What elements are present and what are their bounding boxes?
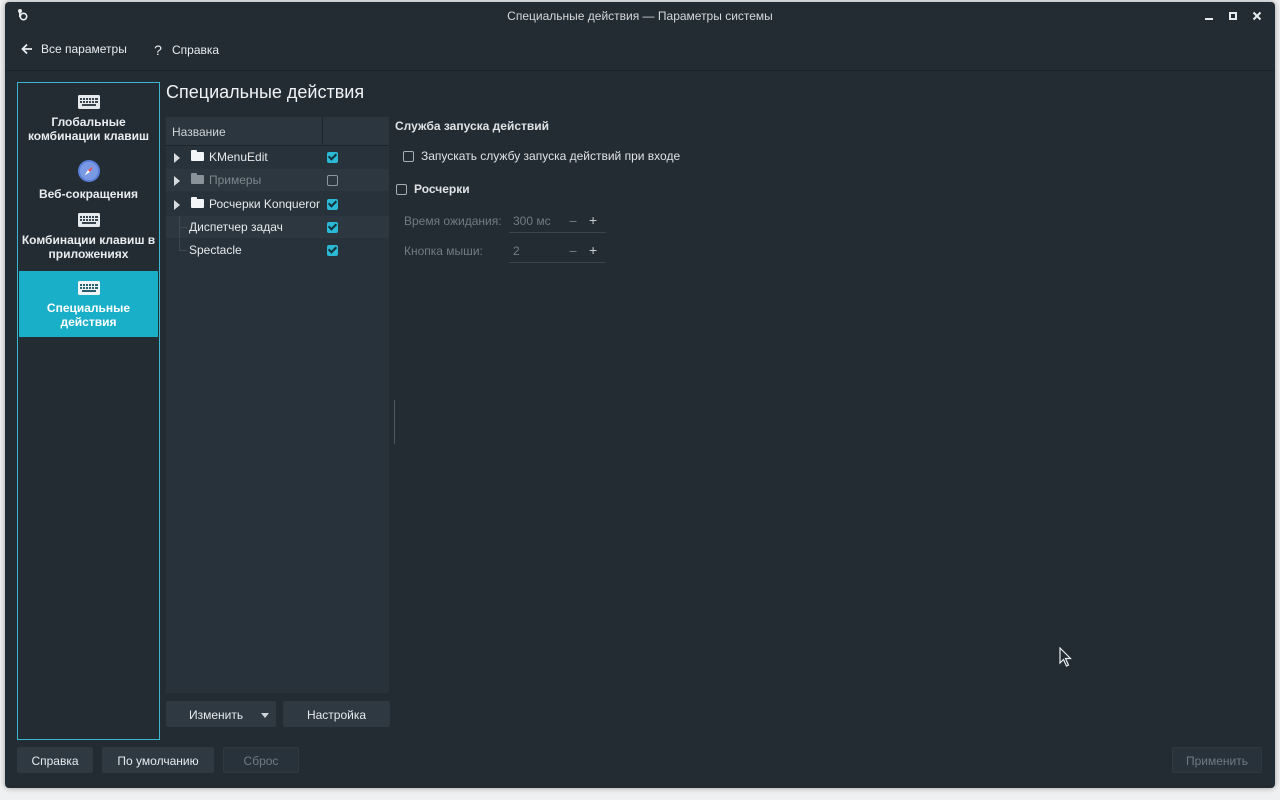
sidebar-item-label: Глобальные комбинации клавиш	[27, 115, 150, 143]
defaults-label: По умолчанию	[117, 754, 199, 768]
sidebar-item-label: Комбинации клавиш в приложениях	[21, 233, 156, 261]
edit-menu-button[interactable]: Изменить	[166, 701, 276, 727]
folder-icon	[191, 173, 204, 184]
configure-button-label: Настройка	[306, 708, 367, 722]
column-header-name[interactable]: Название	[172, 125, 226, 139]
sidebar-item-label: Веб-сокращения	[38, 187, 139, 201]
autostart-label: Запускать службу запуска действий при вх…	[421, 149, 681, 163]
expand-arrow-icon[interactable]	[174, 176, 180, 186]
tree-header[interactable]: Название	[166, 117, 389, 146]
keyboard-icon	[77, 95, 100, 109]
sidebar-item-special-actions[interactable]: Специальные действия	[19, 271, 158, 337]
gestures-checkbox-row[interactable]: Росчерки	[396, 182, 470, 196]
decrement-icon[interactable]: −	[569, 213, 577, 229]
tree-row-label: Spectacle	[189, 243, 242, 257]
all-settings-label: Все параметры	[41, 42, 127, 56]
keyboard-icon	[77, 281, 100, 295]
sidebar-item-global-shortcuts[interactable]: Глобальные комбинации клавиш	[19, 93, 158, 153]
minimize-icon[interactable]	[1201, 8, 1217, 24]
compass-icon	[77, 160, 100, 182]
mouse-button-value: 2	[513, 244, 520, 258]
configure-button[interactable]: Настройка	[283, 701, 390, 727]
help-toolbar-button[interactable]: ? Справка	[152, 42, 219, 58]
help-toolbar-label: Справка	[172, 43, 220, 57]
autostart-checkbox-row[interactable]: Запускать службу запуска действий при вх…	[403, 149, 680, 163]
tree-row-label: Примеры	[209, 173, 262, 187]
edit-button-label: Изменить	[189, 708, 244, 722]
tree-row-task-manager[interactable]: Диспетчер задач	[166, 216, 389, 238]
service-section-title: Служба запуска действий	[395, 119, 550, 133]
toolbar: Все параметры ? Справка	[5, 30, 1275, 70]
gestures-checkbox[interactable]	[396, 183, 407, 195]
enabled-checkbox[interactable]	[327, 175, 338, 186]
mouse-button-label: Кнопка мыши:	[404, 244, 483, 258]
page-title: Специальные действия	[166, 82, 365, 102]
enabled-checkbox[interactable]	[327, 245, 338, 256]
increment-icon[interactable]: +	[589, 212, 597, 228]
decrement-icon[interactable]: −	[569, 243, 577, 259]
folder-icon	[191, 150, 204, 161]
tree-row-examples[interactable]: Примеры	[166, 169, 389, 191]
folder-icon	[191, 197, 204, 208]
enabled-checkbox[interactable]	[327, 222, 338, 233]
dropdown-arrow-icon	[261, 713, 269, 718]
footer-help-label: Справка	[31, 754, 79, 768]
window-title: Специальные действия — Параметры системы	[507, 9, 773, 23]
footer-help-button[interactable]: Справка	[17, 747, 93, 773]
tree-branch-line	[179, 227, 187, 228]
autostart-checkbox[interactable]	[403, 150, 414, 162]
title-bar[interactable]: Специальные действия — Параметры системы	[5, 2, 1275, 30]
toolbar-divider	[5, 70, 1275, 71]
mouse-pointer-icon	[1059, 647, 1072, 667]
splitter-handle[interactable]	[394, 400, 395, 444]
increment-icon[interactable]: +	[589, 242, 597, 258]
reset-button[interactable]: Сброс	[223, 747, 299, 773]
apply-button[interactable]: Применить	[1172, 747, 1262, 773]
mouse-button-spinbox[interactable]: 2 − +	[509, 240, 606, 263]
sidebar-item-label: Специальные действия	[46, 301, 131, 329]
tree-row-label: Росчерки Konqueror	[209, 197, 320, 211]
column-divider	[322, 117, 323, 145]
tree-row-label: Диспетчер задач	[189, 220, 283, 234]
expand-arrow-icon[interactable]	[174, 153, 180, 163]
keyboard-icon	[77, 213, 100, 227]
close-icon[interactable]	[1249, 8, 1265, 24]
tree-row-kmenuedit[interactable]: KMenuEdit	[166, 146, 389, 168]
sidebar-item-web-shortcuts[interactable]: Веб-сокращения	[19, 159, 158, 203]
defaults-button[interactable]: По умолчанию	[102, 747, 214, 773]
help-icon: ?	[154, 42, 162, 58]
actions-tree[interactable]: Название KMenuEdit Примеры Росчерки Konq…	[166, 117, 389, 693]
timeout-label: Время ожидания:	[404, 214, 502, 228]
settings-window: Специальные действия — Параметры системы…	[5, 2, 1275, 788]
reset-label: Сброс	[243, 754, 279, 768]
timeout-spinbox[interactable]: 300 мс − +	[509, 210, 606, 233]
gestures-label: Росчерки	[414, 182, 470, 196]
enabled-checkbox[interactable]	[327, 152, 338, 163]
expand-arrow-icon[interactable]	[174, 200, 180, 210]
back-arrow-icon	[21, 43, 32, 55]
tree-branch-line	[179, 250, 187, 251]
timeout-value: 300 мс	[513, 214, 551, 228]
maximize-icon[interactable]	[1225, 8, 1241, 24]
apply-label: Применить	[1185, 754, 1248, 768]
tree-row-konqueror-gestures[interactable]: Росчерки Konqueror	[166, 193, 389, 215]
category-sidebar: Глобальные комбинации клавиш Веб-сокраще…	[17, 82, 160, 740]
tree-row-spectacle[interactable]: Spectacle	[166, 239, 389, 261]
all-settings-button[interactable]: Все параметры	[21, 42, 127, 56]
sidebar-item-app-shortcuts[interactable]: Комбинации клавиш в приложениях	[19, 211, 158, 271]
tree-row-label: KMenuEdit	[209, 150, 268, 164]
enabled-checkbox[interactable]	[327, 199, 338, 210]
